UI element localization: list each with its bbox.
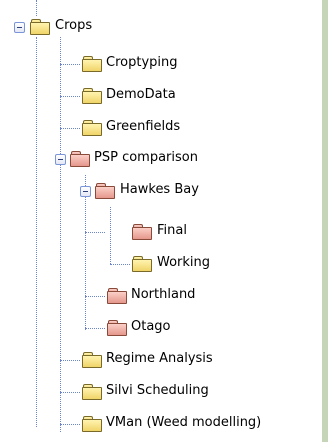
tree-line [60,392,80,393]
tree-line [85,328,105,329]
collapse-toggle-psp-comparison[interactable] [55,154,66,165]
tree-item-final[interactable]: Final [157,223,187,238]
folder-icon [132,224,152,240]
tree-item-vman[interactable]: VMan (Weed modelling) [106,415,261,430]
tree-line [85,232,105,233]
tree-line [110,207,111,264]
tree-line [36,37,37,427]
tree-item-croptyping[interactable]: Croptyping [106,55,178,70]
tree-line [60,360,80,361]
tree-item-regime-analysis[interactable]: Regime Analysis [106,351,213,366]
folder-icon [82,88,102,104]
tree-item-psp-comparison[interactable]: PSP comparison [94,150,198,165]
folder-icon [95,183,115,199]
tree-item-northland[interactable]: Northland [131,287,195,302]
folder-icon [82,384,102,400]
tree-line [110,264,130,265]
tree-item-crops[interactable]: Crops [55,18,92,33]
collapse-toggle-hawkes-bay[interactable] [80,186,91,197]
side-panel-edge [322,0,328,442]
tree-line [60,96,80,97]
tree-line [36,0,37,16]
tree-item-hawkes-bay[interactable]: Hawkes Bay [120,182,199,197]
folder-tree: Crops Croptyping DemoData Greenfields PS… [0,0,328,442]
tree-item-demodata[interactable]: DemoData [106,87,176,102]
tree-item-silvi-scheduling[interactable]: Silvi Scheduling [106,383,209,398]
tree-line [85,175,86,330]
folder-icon [82,56,102,72]
folder-icon [82,352,102,368]
collapse-toggle-crops[interactable] [14,22,25,33]
folder-icon [70,151,90,167]
tree-line [60,424,80,425]
folder-icon [132,256,152,272]
tree-item-working[interactable]: Working [157,255,210,270]
folder-icon [107,320,127,336]
tree-line [60,64,80,65]
tree-item-greenfields[interactable]: Greenfields [106,119,180,134]
folder-icon [82,416,102,432]
folder-icon [30,19,50,35]
folder-icon [107,288,127,304]
folder-icon [82,120,102,136]
tree-line [60,128,80,129]
tree-item-otago[interactable]: Otago [131,319,171,334]
tree-line [85,296,105,297]
